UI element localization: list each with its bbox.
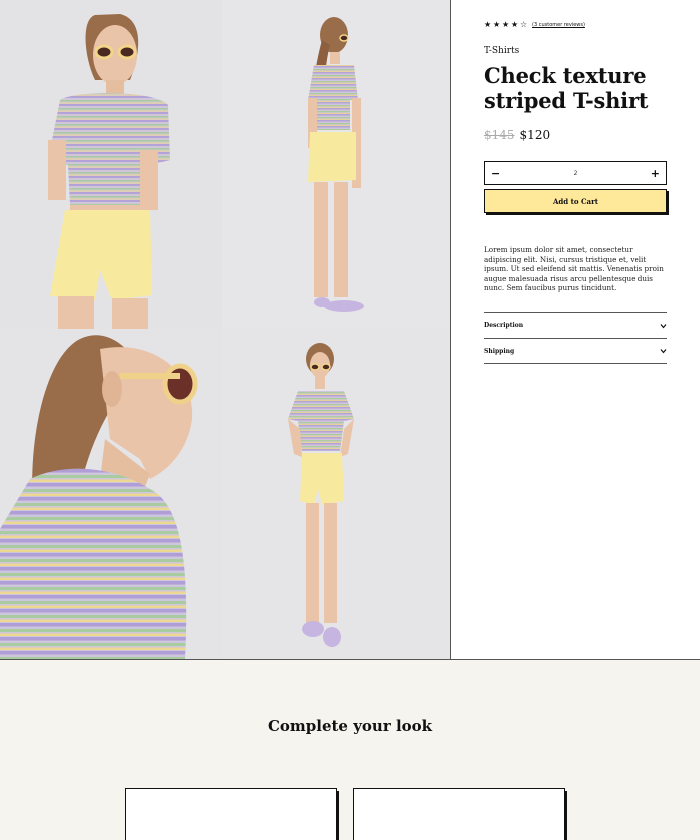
chevron-down-icon [660, 349, 667, 354]
increase-quantity-button[interactable]: + [651, 168, 660, 179]
reviews-link[interactable]: (3 customer reviews) [532, 20, 585, 30]
accordion-description[interactable]: Description [484, 312, 667, 338]
quantity-value[interactable]: 2 [574, 170, 578, 177]
star-icon: ★ [484, 20, 492, 29]
product-photo-back[interactable] [222, 0, 450, 329]
product-title: Check texture striped T-shirt [484, 63, 649, 113]
quantity-stepper: − 2 + [484, 161, 667, 185]
section-title: Complete your look [267, 717, 433, 735]
decrease-quantity-button[interactable]: − [491, 168, 500, 179]
product-photo-front[interactable] [0, 0, 222, 329]
add-to-cart-button[interactable]: Add to Cart [484, 189, 667, 213]
current-price: $120 [519, 128, 551, 142]
star-icon: ★ [502, 20, 510, 29]
rating-row: ★ ★ ★ ★ ☆ (3 customer reviews) [484, 20, 585, 30]
price-row: $145 $120 [484, 128, 550, 142]
chevron-down-icon [660, 323, 667, 328]
star-icon: ★ [511, 20, 519, 29]
product-photo-closeup[interactable] [0, 329, 222, 659]
old-price: $145 [484, 128, 515, 142]
product-category[interactable]: T-Shirts [484, 46, 519, 56]
product-description: Lorem ipsum dolor sit amet, consectetur … [484, 245, 664, 292]
complete-your-look-section: Complete your look [0, 660, 700, 840]
accordion-label: Shipping [484, 347, 515, 355]
product-photo-full[interactable] [222, 329, 450, 659]
star-outline-icon: ☆ [520, 20, 528, 29]
divider-vertical [450, 0, 451, 659]
accordion-shipping[interactable]: Shipping [484, 338, 667, 364]
related-product-card[interactable] [125, 788, 337, 840]
star-icon: ★ [493, 20, 501, 29]
product-gallery [0, 0, 450, 659]
accordion-label: Description [484, 322, 524, 329]
related-product-card[interactable] [353, 788, 565, 840]
